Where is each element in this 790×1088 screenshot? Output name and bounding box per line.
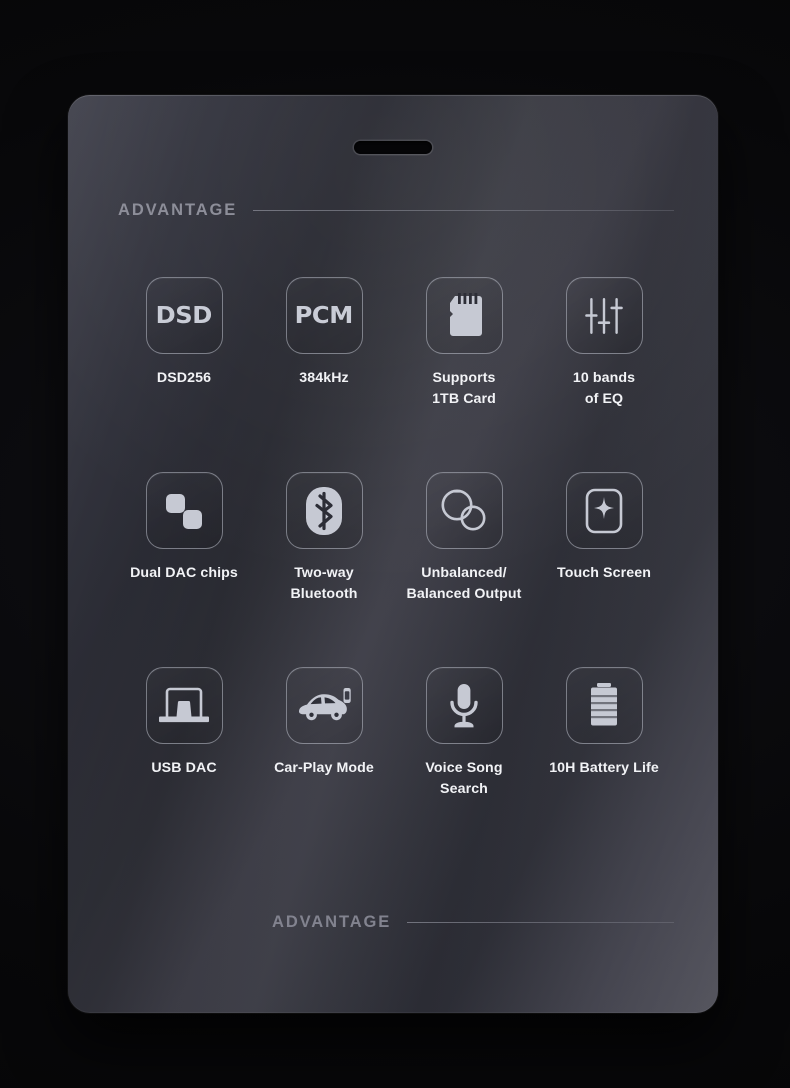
feature-label: 384kHz [299,370,349,386]
section-heading-top-label: ADVANTAGE [118,201,238,219]
dual-chips-icon [145,472,223,549]
feature-label: 10 bands of EQ [572,370,636,408]
feature-grid: DSD DSD256 PCM 384kHz Supports 1TB Card … [114,277,674,862]
feature-label: Voice Song Search [425,760,503,798]
feature-label: DSD256 [156,370,212,386]
section-heading-bottom-label: ADVANTAGE [272,913,392,931]
feature-item-usb-dac[interactable]: USB DAC [114,667,254,862]
feature-label: Touch Screen [557,565,651,581]
feature-label: Two-way Bluetooth [290,565,358,603]
feature-item-touch[interactable]: Touch Screen [534,472,674,667]
car-icon [285,667,363,744]
heading-rule [253,210,674,211]
usb-dac-laptop-icon [145,667,223,744]
feature-label: Car-Play Mode [274,760,374,776]
pcm-wordmark-icon: PCM [285,277,363,354]
feature-item-sd-card[interactable]: Supports 1TB Card [394,277,534,472]
feature-label: USB DAC [151,760,217,776]
microphone-icon [425,667,503,744]
section-heading-top: ADVANTAGE [118,201,674,220]
feature-item-pcm[interactable]: PCM 384kHz [254,277,394,472]
section-heading-bottom: ADVANTAGE [272,913,674,932]
bluetooth-icon [285,472,363,549]
feature-item-car-play[interactable]: Car-Play Mode [254,667,394,862]
heading-rule [407,922,674,923]
battery-icon [565,667,643,744]
page-root: ADVANTAGE DSD DSD256 PCM 384kHz Supports… [0,0,790,1088]
feature-item-outputs[interactable]: Unbalanced/ Balanced Output [394,472,534,667]
feature-label: Supports 1TB Card [432,370,496,408]
feature-label: Dual DAC chips [130,565,238,581]
feature-item-battery[interactable]: 10H Battery Life [534,667,674,862]
feature-item-dual-dac[interactable]: Dual DAC chips [114,472,254,667]
microsd-card-icon [425,277,503,354]
speaker-grille-icon [354,141,432,154]
feature-item-voice[interactable]: Voice Song Search [394,667,534,862]
pcm-wordmark-text: PCM [294,302,354,329]
equalizer-sliders-icon [565,277,643,354]
dsd-wordmark-icon: DSD [145,277,223,354]
feature-item-eq[interactable]: 10 bands of EQ [534,277,674,472]
dsd-wordmark-text: DSD [155,302,213,329]
device-panel: ADVANTAGE DSD DSD256 PCM 384kHz Supports… [68,95,718,1013]
feature-label: Unbalanced/ Balanced Output [406,565,522,603]
dual-jack-sockets-icon [425,472,503,549]
feature-item-bluetooth[interactable]: Two-way Bluetooth [254,472,394,667]
feature-label: 10H Battery Life [549,760,659,776]
feature-item-dsd[interactable]: DSD DSD256 [114,277,254,472]
touch-screen-icon [565,472,643,549]
